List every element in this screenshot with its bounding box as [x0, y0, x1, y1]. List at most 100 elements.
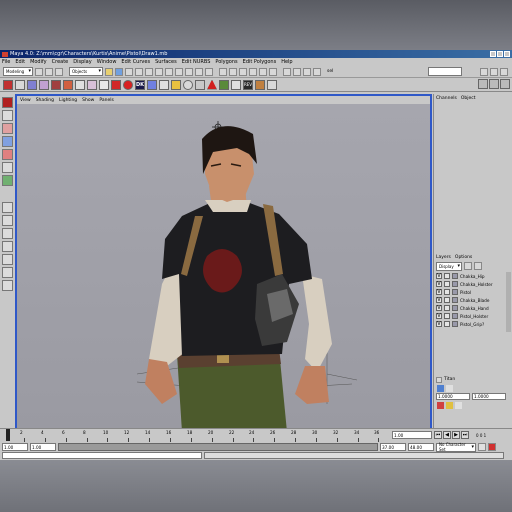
- ae-field-a[interactable]: 1.0000: [436, 393, 470, 400]
- shelf-joint-icon[interactable]: [87, 79, 97, 90]
- layer-visibility-toggle[interactable]: V: [436, 321, 442, 327]
- shelf-cylinder-icon[interactable]: [39, 79, 49, 90]
- close-button[interactable]: [504, 51, 510, 57]
- shelf-triangle-icon[interactable]: [207, 79, 217, 90]
- selection-mode-dropdown[interactable]: Objects: [69, 67, 103, 76]
- sel-input[interactable]: [428, 67, 462, 76]
- save-scene-icon[interactable]: [55, 67, 63, 76]
- select-dynamic-icon[interactable]: [185, 67, 193, 76]
- animation-start-field[interactable]: 1.00: [2, 443, 28, 451]
- shelf-cone-icon[interactable]: [51, 79, 61, 90]
- animation-prefs-icon[interactable]: [488, 443, 496, 451]
- layout-graph-icon[interactable]: [1, 254, 13, 265]
- ae-red-icon[interactable]: [437, 402, 444, 409]
- layer-row[interactable]: V Chakka_Holster: [436, 280, 504, 288]
- layer-display-dropdown[interactable]: Display: [436, 262, 462, 271]
- layer-row[interactable]: V Chakka_Hand: [436, 304, 504, 312]
- layer-list-scrollbar[interactable]: [506, 272, 511, 332]
- layer-color-swatch[interactable]: [452, 289, 458, 295]
- menu-help[interactable]: Help: [281, 59, 292, 65]
- shelf-rev-icon[interactable]: REV: [243, 79, 253, 90]
- layout-hypershade-icon[interactable]: [1, 267, 13, 278]
- layer-template-toggle[interactable]: [444, 313, 450, 319]
- rotate-tool-icon[interactable]: [1, 136, 13, 147]
- new-scene-icon[interactable]: [35, 67, 43, 76]
- channel-box-tab-channels[interactable]: Channels: [436, 96, 457, 101]
- go-to-end-icon[interactable]: ⏭: [461, 431, 469, 439]
- ae-key-icon[interactable]: [446, 385, 453, 392]
- panel-menu-panels[interactable]: Panels: [99, 98, 113, 103]
- ae-yellow-icon[interactable]: [446, 402, 453, 409]
- shelf-blue-icon[interactable]: [147, 79, 157, 90]
- autokey-icon[interactable]: [478, 443, 486, 451]
- go-to-start-icon[interactable]: ⏮: [434, 431, 442, 439]
- panel-menu-view[interactable]: View: [20, 98, 31, 103]
- layer-template-toggle[interactable]: [444, 289, 450, 295]
- layer-template-toggle[interactable]: [444, 273, 450, 279]
- history-icon[interactable]: [283, 67, 291, 76]
- layer-color-swatch[interactable]: [452, 313, 458, 319]
- lasso-tool-icon[interactable]: [1, 110, 13, 121]
- layer-visibility-toggle[interactable]: V: [436, 305, 442, 311]
- layer-row[interactable]: V Pistol: [436, 288, 504, 296]
- select-handle-icon[interactable]: [135, 67, 143, 76]
- menu-polygons[interactable]: Polygons: [215, 59, 237, 65]
- layer-visibility-toggle[interactable]: V: [436, 289, 442, 295]
- layer-from-selection-icon[interactable]: [474, 262, 482, 270]
- layer-color-swatch[interactable]: [452, 281, 458, 287]
- snap-curve-icon[interactable]: [239, 67, 247, 76]
- layer-visibility-toggle[interactable]: V: [436, 297, 442, 303]
- show-channel-box-icon[interactable]: [500, 68, 508, 76]
- menu-display[interactable]: Display: [73, 59, 91, 65]
- shelf-plane-icon[interactable]: [63, 79, 73, 90]
- layer-color-swatch[interactable]: [452, 321, 458, 327]
- shelf-sphere-icon[interactable]: [27, 79, 37, 90]
- manipulator-tool-icon[interactable]: [1, 162, 13, 173]
- shelf-person-icon[interactable]: [231, 79, 241, 90]
- channel-box-tab-object[interactable]: Object: [461, 96, 476, 101]
- menu-set-dropdown[interactable]: Modeling: [3, 67, 33, 76]
- layer-color-swatch[interactable]: [452, 305, 458, 311]
- shelf-tab-1[interactable]: [478, 79, 488, 89]
- ae-field-b[interactable]: 1.0000: [472, 393, 506, 400]
- scale-tool-icon[interactable]: [1, 149, 13, 160]
- menu-surfaces[interactable]: Surfaces: [155, 59, 177, 65]
- layer-row[interactable]: V Pistol_Grip?: [436, 320, 504, 328]
- new-layer-icon[interactable]: [464, 262, 472, 270]
- snap-point-icon[interactable]: [249, 67, 257, 76]
- shelf-light-icon[interactable]: [171, 79, 181, 90]
- select-deform-icon[interactable]: [175, 67, 183, 76]
- step-back-icon[interactable]: ◀: [443, 431, 451, 439]
- play-forward-icon[interactable]: ▶: [452, 431, 460, 439]
- shelf-torus-icon[interactable]: [75, 79, 85, 90]
- layer-visibility-toggle[interactable]: V: [436, 281, 442, 287]
- open-scene-icon[interactable]: [45, 67, 53, 76]
- shelf-tab-2[interactable]: [489, 79, 499, 89]
- snap-grid-icon[interactable]: [229, 67, 237, 76]
- layer-tab-layers[interactable]: Layers: [436, 255, 451, 260]
- shelf-ik-icon[interactable]: [99, 79, 109, 90]
- layout-custom-icon[interactable]: [1, 280, 13, 291]
- hierarchy-mode-icon[interactable]: [105, 67, 113, 76]
- layer-visibility-toggle[interactable]: V: [436, 273, 442, 279]
- layer-tab-options[interactable]: Options: [455, 255, 472, 260]
- playback-end-field[interactable]: 37.00: [380, 443, 406, 451]
- perspective-viewport-panel[interactable]: View Shading Lighting Show Panels: [15, 94, 432, 434]
- menu-edit[interactable]: Edit: [15, 59, 25, 65]
- layer-template-toggle[interactable]: [444, 297, 450, 303]
- layer-visibility-toggle[interactable]: V: [436, 313, 442, 319]
- component-mode-icon[interactable]: [125, 67, 133, 76]
- select-joint-icon[interactable]: [145, 67, 153, 76]
- shelf-red-sphere-icon[interactable]: [123, 79, 133, 90]
- select-render-icon[interactable]: [195, 67, 203, 76]
- layout-outliner-icon[interactable]: [1, 241, 13, 252]
- menu-file[interactable]: File: [2, 59, 10, 65]
- last-tool-icon[interactable]: [1, 175, 13, 186]
- shelf-ball-icon[interactable]: [183, 79, 193, 90]
- current-time-marker[interactable]: [6, 429, 10, 441]
- minimize-button[interactable]: [490, 51, 496, 57]
- layer-color-swatch[interactable]: [452, 273, 458, 279]
- ae-curve-icon[interactable]: [437, 385, 444, 392]
- snap-view-plane-icon[interactable]: [259, 67, 267, 76]
- current-time-field[interactable]: 1.00: [392, 431, 432, 439]
